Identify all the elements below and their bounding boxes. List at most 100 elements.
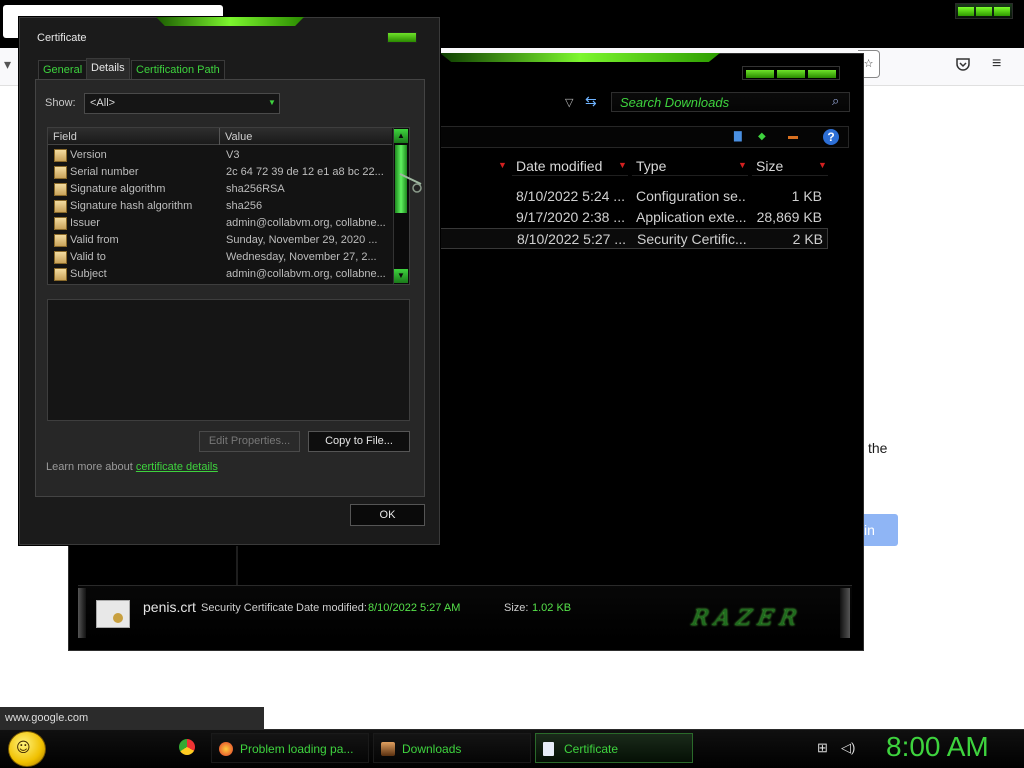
- search-downloads-input[interactable]: Search Downloads: [611, 92, 850, 112]
- preview-icon[interactable]: ◆: [758, 131, 766, 142]
- volume-icon[interactable]: ◁): [841, 740, 857, 756]
- pocket-icon[interactable]: [955, 56, 971, 72]
- details-pane-cap: [840, 588, 850, 638]
- pane-icon[interactable]: ▬: [788, 131, 798, 142]
- file-size: 1 KB: [791, 188, 822, 204]
- mouse-cursor-icon: [399, 173, 422, 193]
- fields-list-header: [48, 128, 392, 145]
- list-item[interactable]: Subject admin@collabvm.org, collabne...: [48, 266, 392, 283]
- firefox-icon: [219, 742, 233, 756]
- file-date: 8/10/2022 5:24 ...: [516, 188, 624, 204]
- field-name: Valid from: [70, 234, 119, 246]
- column-header-field[interactable]: Field: [53, 129, 77, 145]
- taskbar-item-label: Problem loading pa...: [240, 742, 354, 756]
- file-type: Security Certific...: [637, 231, 747, 247]
- field-value-pane[interactable]: [47, 299, 410, 421]
- dialog-title: Certificate: [37, 32, 87, 44]
- sort-arrow-icon[interactable]: ▼: [618, 160, 627, 170]
- show-label: Show:: [45, 97, 76, 109]
- certificate-field-icon: [54, 183, 67, 196]
- field-value: 2c 64 72 39 de 12 e1 a8 bc 22...: [226, 166, 384, 178]
- field-name: Issuer: [70, 217, 100, 229]
- field-name: Signature hash algorithm: [70, 200, 193, 212]
- chrome-icon[interactable]: [179, 739, 195, 755]
- details-file-type: Security Certificate: [201, 602, 294, 614]
- taskbar-item-label: Downloads: [402, 742, 462, 756]
- browser-window-controls[interactable]: [955, 3, 1013, 19]
- search-icon[interactable]: ⌕: [832, 93, 839, 109]
- taskbar-item-certificate[interactable]: Certificate: [535, 733, 693, 763]
- field-name: Signature algorithm: [70, 183, 166, 195]
- list-item[interactable]: Valid to Wednesday, November 27, 2...: [48, 249, 392, 266]
- clock[interactable]: 8:00 AM: [886, 731, 989, 763]
- list-item[interactable]: Valid from Sunday, November 29, 2020 ...: [48, 232, 392, 249]
- file-size: 28,869 KB: [756, 209, 822, 225]
- status-bar-url: www.google.com: [0, 707, 264, 729]
- field-name: Version: [70, 149, 107, 161]
- file-row[interactable]: 9/17/2020 2:38 ... Application exte... 2…: [440, 207, 828, 228]
- column-header-type[interactable]: Type: [632, 156, 748, 176]
- page-button-fragment[interactable]: in: [862, 514, 898, 546]
- help-icon[interactable]: ?: [823, 129, 839, 145]
- chevron-down-icon[interactable]: ▼: [268, 98, 276, 107]
- tab-general[interactable]: General: [38, 60, 88, 79]
- file-size: 2 KB: [792, 231, 823, 247]
- list-item[interactable]: Signature algorithm sha256RSA: [48, 181, 392, 198]
- scroll-up-icon[interactable]: ▲: [394, 129, 408, 143]
- hamburger-menu-icon[interactable]: ≡: [992, 55, 1008, 72]
- sort-arrow-icon[interactable]: ▼: [818, 160, 827, 170]
- close-button[interactable]: [387, 32, 417, 43]
- tab-details[interactable]: Details: [86, 58, 130, 80]
- sort-arrow-icon[interactable]: ▼: [498, 160, 507, 170]
- razer-logo: RAZER: [689, 606, 805, 631]
- certificate-file-thumbnail: [96, 600, 130, 628]
- learn-more-label: Learn more about: [46, 461, 133, 473]
- sort-arrow-icon[interactable]: ▼: [738, 160, 747, 170]
- taskbar-item-firefox[interactable]: Problem loading pa...: [211, 733, 369, 763]
- column-header-date[interactable]: Date modified: [512, 156, 628, 176]
- field-value: sha256: [226, 200, 263, 212]
- column-divider[interactable]: [219, 128, 220, 145]
- page-text-fragment: the: [868, 440, 888, 456]
- list-item[interactable]: Version V3: [48, 147, 392, 164]
- file-row-selected[interactable]: 8/10/2022 5:27 ... Security Certific... …: [440, 228, 828, 249]
- smiley-icon: ☺: [16, 740, 31, 756]
- field-name: Serial number: [70, 166, 139, 178]
- show-select[interactable]: <All>: [84, 93, 280, 114]
- view-icon[interactable]: ▇: [734, 131, 742, 142]
- taskbar-item-downloads[interactable]: Downloads: [373, 733, 531, 763]
- details-date-label: Date modified:: [296, 602, 367, 614]
- details-pane-cap: [78, 588, 86, 638]
- pane-divider[interactable]: [236, 545, 238, 585]
- learn-more-text: Learn more about certificate details: [46, 461, 218, 473]
- explorer-window-controls[interactable]: [742, 66, 840, 80]
- file-row[interactable]: 8/10/2022 5:24 ... Configuration se... 1…: [440, 186, 828, 207]
- field-value: sha256RSA: [226, 183, 285, 195]
- refresh-icon[interactable]: ⇆: [585, 93, 597, 110]
- certificate-details-link[interactable]: certificate details: [136, 461, 218, 473]
- network-icon[interactable]: ⊞: [817, 740, 833, 756]
- ok-button[interactable]: OK: [350, 504, 425, 526]
- address-dropdown-icon[interactable]: ▽: [565, 96, 573, 109]
- file-date: 8/10/2022 5:27 ...: [517, 231, 625, 247]
- back-arrow-icon[interactable]: ▾: [4, 56, 11, 73]
- field-value: V3: [226, 149, 240, 161]
- field-value: Wednesday, November 27, 2...: [226, 251, 377, 263]
- edit-properties-button[interactable]: Edit Properties...: [199, 431, 300, 452]
- file-list: 8/10/2022 5:24 ... Configuration se... 1…: [440, 186, 828, 249]
- list-item[interactable]: Serial number 2c 64 72 39 de 12 e1 a8 bc …: [48, 164, 392, 181]
- scroll-down-icon[interactable]: ▼: [394, 269, 408, 283]
- tab-certification-path[interactable]: Certification Path: [131, 60, 225, 79]
- certificate-field-icon: [54, 268, 67, 281]
- copy-to-file-button[interactable]: Copy to File...: [308, 431, 410, 452]
- column-header-size[interactable]: Size: [752, 156, 828, 176]
- list-item[interactable]: Issuer admin@collabvm.org, collabne...: [48, 215, 392, 232]
- certificate-field-icon: [54, 234, 67, 247]
- certificate-field-icon: [54, 149, 67, 162]
- certificate-icon: [543, 742, 554, 756]
- list-item[interactable]: Signature hash algorithm sha256: [48, 198, 392, 215]
- details-size-value: 1.02 KB: [532, 602, 572, 614]
- column-header-value[interactable]: Value: [225, 129, 252, 145]
- certificate-field-icon: [54, 251, 67, 264]
- file-type: Configuration se...: [636, 188, 746, 204]
